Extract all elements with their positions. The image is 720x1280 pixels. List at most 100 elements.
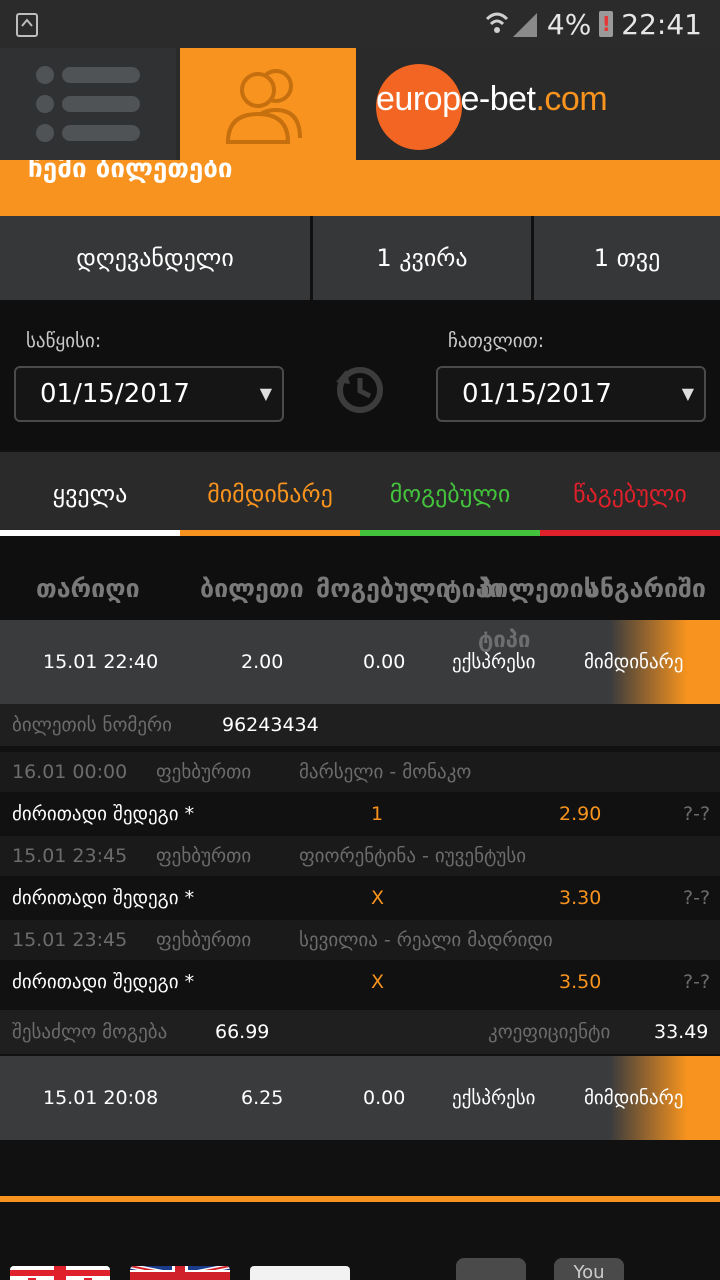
- event-pick: X: [371, 971, 385, 993]
- uk-flag-icon[interactable]: [130, 1266, 230, 1280]
- tab-current[interactable]: მიმდინარე: [180, 452, 360, 536]
- tab-week[interactable]: 1 კვირა: [313, 216, 531, 300]
- ticket-win: 0.00: [363, 1087, 406, 1109]
- event-match: მარსელი - მონაკო: [299, 761, 472, 783]
- from-date-value: 01/15/2017: [40, 379, 190, 409]
- ticket-row[interactable]: 15.01 20:08 6.25 0.00 ექსპრესი მიმდინარე: [0, 1056, 720, 1140]
- event-odds: 3.30: [559, 887, 602, 909]
- logo-main: pe-bet: [442, 80, 536, 118]
- footer: You: [0, 1202, 720, 1280]
- ticket-date: 15.01 22:40: [43, 651, 159, 673]
- tab-today[interactable]: დღევანდელი: [0, 216, 310, 300]
- ticket-number-label: ბილეთის ნომერი: [12, 714, 172, 736]
- event-score: ?-?: [683, 971, 711, 993]
- event-sport: ფეხბურთი: [156, 761, 252, 783]
- ticket-row[interactable]: ტიპი 15.01 22:40 2.00 0.00 ექსპრესი მიმდ…: [0, 620, 720, 704]
- clock: 22:41: [621, 7, 702, 41]
- to-date-value: 01/15/2017: [462, 379, 612, 409]
- event-bet-row: ძირითადი შედეგი * X 3.30 ?-?: [0, 878, 720, 918]
- ticket-status: მიმდინარე: [584, 651, 684, 673]
- event-odds: 3.50: [559, 971, 602, 993]
- column-date: თარიღი: [36, 574, 140, 603]
- georgian-flag-icon[interactable]: [10, 1266, 110, 1280]
- event-match: ფიორენტინა - იუვენტუსი: [299, 845, 527, 867]
- column-ticket: ბილეთი: [200, 574, 304, 603]
- ticket-type: ექსპრესი: [452, 651, 536, 673]
- tab-won-label: მოგებული: [389, 480, 511, 508]
- event-bet-row: ძირითადი შედეგი * X 3.50 ?-?: [0, 962, 720, 1002]
- event-info-row: 15.01 23:45 ფეხბურთი ფიორენტინა - იუვენტ…: [0, 836, 720, 876]
- coefficient-label: კოეფიციენტი: [488, 1021, 611, 1043]
- page-title: ჩემი ბილეთები: [28, 160, 233, 184]
- event-score: ?-?: [683, 803, 711, 825]
- event-bet-row: ძირითადი შედეგი * 1 2.90 ?-?: [0, 794, 720, 834]
- event-datetime: 15.01 23:45: [12, 845, 128, 867]
- event-datetime: 15.01 23:45: [12, 929, 128, 951]
- column-ticket-status: ბილეთის: [480, 574, 598, 603]
- tab-lost[interactable]: წაგებული: [540, 452, 720, 536]
- page-title-bar: ჩემი ბილეთები: [0, 160, 720, 216]
- battery-percent: 4%: [546, 7, 592, 41]
- event-odds: 2.90: [559, 803, 602, 825]
- app-header: europe-bet.com: [0, 48, 720, 160]
- date-filter: საწყისი: 01/15/2017 ▼ ჩათვლით: 01/15/201…: [0, 300, 720, 450]
- table-header: თარიღი ბილეთი მოგებული ტიპი ბილეთის ანგა…: [0, 536, 720, 620]
- tab-lost-label: წაგებული: [573, 480, 687, 508]
- column-account: ანგარიში: [586, 574, 707, 603]
- event-pick: X: [371, 887, 385, 909]
- logo-prefix: euro: [376, 80, 443, 118]
- event-match: სევილია - რეალი მადრიდი: [299, 929, 553, 951]
- status-bar: 4% 22:41: [0, 0, 720, 48]
- ticket-number-row: ბილეთის ნომერი 96243434: [0, 704, 720, 746]
- event-datetime: 16.01 00:00: [12, 761, 128, 783]
- tab-all-label: ყველა: [52, 480, 128, 508]
- tab-month[interactable]: 1 თვე: [534, 216, 720, 300]
- event-info-row: 16.01 00:00 ფეხბურთი მარსელი - მონაკო: [0, 752, 720, 792]
- event-score: ?-?: [683, 887, 711, 909]
- recycle-icon: [16, 13, 38, 37]
- tab-current-label: მიმდინარე: [207, 480, 333, 508]
- russian-flag-icon[interactable]: [250, 1266, 350, 1280]
- event-market: ძირითადი შედეგი *: [12, 887, 195, 909]
- event-info-row: 15.01 23:45 ფეხბურთი სევილია - რეალი მად…: [0, 920, 720, 960]
- youtube-label: You: [573, 1262, 605, 1280]
- logo-suffix: .com: [535, 80, 608, 118]
- event-sport: ფეხბურთი: [156, 929, 252, 951]
- menu-button[interactable]: [0, 48, 176, 160]
- event-sport: ფეხბურთი: [156, 845, 252, 867]
- possible-win-value: 66.99: [215, 1021, 270, 1043]
- event-market: ძირითადი შედეგი *: [12, 971, 195, 993]
- from-date-select[interactable]: 01/15/2017 ▼: [14, 366, 284, 422]
- to-label: ჩათვლით:: [448, 330, 545, 352]
- menu-icon: [36, 66, 140, 84]
- event-pick: 1: [371, 803, 384, 825]
- to-date-select[interactable]: 01/15/2017 ▼: [436, 366, 706, 422]
- brand-logo[interactable]: europe-bet.com: [360, 48, 720, 160]
- users-icon: [225, 69, 302, 144]
- youtube-icon[interactable]: You: [554, 1258, 624, 1280]
- refresh-clock-icon[interactable]: [330, 360, 390, 420]
- battery-icon: [599, 11, 614, 37]
- ticket-type: ექსპრესი: [452, 1087, 536, 1109]
- ticket-status: მიმდინარე: [584, 1087, 684, 1109]
- ticket-summary-row: შესაძლო მოგება 66.99 კოეფიციენტი 33.49: [0, 1010, 720, 1054]
- possible-win-label: შესაძლო მოგება: [12, 1021, 168, 1043]
- from-label: საწყისი:: [26, 330, 102, 352]
- tab-won[interactable]: მოგებული: [360, 452, 540, 536]
- dropdown-arrow-icon: ▼: [681, 384, 694, 403]
- ticket-date: 15.01 20:08: [43, 1087, 159, 1109]
- event-market: ძირითადი შედეგი *: [12, 803, 195, 825]
- ticket-amount: 6.25: [241, 1087, 284, 1109]
- facebook-icon[interactable]: [456, 1258, 526, 1280]
- profile-button[interactable]: [180, 48, 356, 160]
- range-tabs: დღევანდელი 1 კვირა 1 თვე: [0, 216, 720, 300]
- coefficient-value: 33.49: [654, 1021, 709, 1043]
- ticket-win: 0.00: [363, 651, 406, 673]
- column-win: მოგებული: [316, 574, 450, 603]
- wifi-signal-icon: [485, 12, 537, 37]
- status-tabs: ყველა მიმდინარე მოგებული წაგებული: [0, 452, 720, 536]
- ticket-amount: 2.00: [241, 651, 284, 673]
- ticket-number: 96243434: [222, 714, 319, 736]
- dropdown-arrow-icon: ▼: [259, 384, 272, 403]
- tab-all[interactable]: ყველა: [0, 452, 180, 536]
